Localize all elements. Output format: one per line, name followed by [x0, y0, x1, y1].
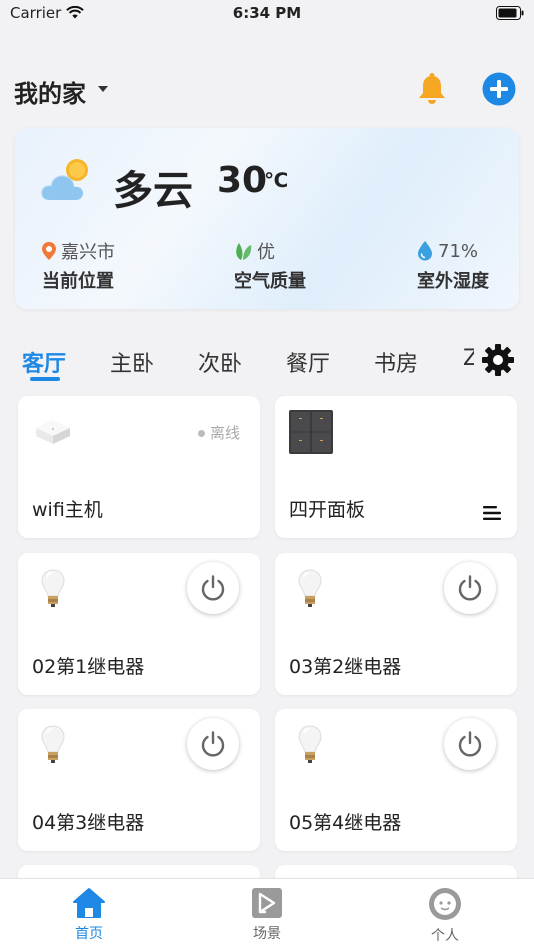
active-tab-indicator	[30, 377, 60, 381]
bulb-icon	[41, 569, 65, 607]
air-quality-stat: 优 空气质量	[234, 238, 306, 293]
profile-icon	[429, 888, 461, 920]
bulb-icon	[41, 725, 65, 763]
location-pin-icon	[42, 242, 56, 260]
weather-description: 多云	[113, 168, 193, 214]
power-button[interactable]	[444, 718, 496, 770]
power-icon	[458, 731, 482, 757]
power-button[interactable]	[187, 562, 239, 614]
bulb-icon	[298, 725, 322, 763]
nav-profile-label: 个人	[431, 928, 459, 944]
device-name: 04第3继电器	[32, 812, 145, 834]
tab-dining-room[interactable]: 餐厅	[286, 346, 330, 378]
humidity-label: 室外湿度	[417, 271, 489, 292]
device-card-relay-1[interactable]: 02第1继电器	[18, 553, 260, 695]
nav-scene-label: 场景	[253, 926, 281, 942]
location-label: 当前位置	[42, 271, 114, 292]
tab-master-bedroom[interactable]: 主卧	[110, 346, 154, 378]
menu-icon[interactable]	[483, 506, 501, 520]
home-selector[interactable]: 我的家	[14, 74, 86, 109]
device-name: wifi主机	[32, 499, 103, 521]
device-card-wifi-hub[interactable]: 离线 wifi主机	[18, 396, 260, 538]
panel-icon	[289, 410, 333, 454]
location-stat: 嘉兴市 当前位置	[42, 238, 115, 293]
tab-study[interactable]: 书房	[374, 346, 418, 378]
tab-second-bedroom[interactable]: 次卧	[198, 346, 242, 378]
add-icon[interactable]	[482, 72, 516, 106]
nav-profile[interactable]: 个人	[405, 887, 485, 945]
nav-home[interactable]: 首页	[49, 887, 129, 943]
device-name: 02第1继电器	[32, 656, 145, 678]
water-drop-icon	[418, 241, 432, 261]
scene-icon	[252, 888, 282, 918]
device-name: 四开面板	[289, 499, 366, 521]
air-quality-value: 优	[257, 242, 275, 263]
power-button[interactable]	[187, 718, 239, 770]
caret-down-icon[interactable]	[98, 86, 108, 92]
weather-temperature: 30	[217, 160, 268, 201]
tab-living-room[interactable]: 客厅	[22, 346, 66, 378]
device-name: 05第4继电器	[289, 812, 402, 834]
device-card-relay-4[interactable]: 05第4继电器	[275, 709, 517, 851]
bell-icon[interactable]	[416, 72, 448, 106]
nav-scene[interactable]: 场景	[227, 887, 307, 943]
device-status: 离线	[198, 422, 240, 443]
tab-overflow: Z	[460, 340, 474, 380]
weather-card: 多云 30 ℃ 嘉兴市 当前位置 优 空气质量 71% 室外湿度	[15, 128, 519, 309]
status-bar: Carrier 6:34 PM	[0, 0, 534, 26]
device-card-relay-3[interactable]: 04第3继电器	[18, 709, 260, 851]
tab-overflow-label[interactable]: Z	[463, 346, 474, 371]
home-icon	[73, 888, 105, 918]
humidity-value: 71%	[438, 240, 479, 262]
device-card-four-panel[interactable]: 四开面板	[275, 396, 517, 538]
nav-home-label: 首页	[75, 926, 103, 942]
leaf-icon	[236, 243, 252, 260]
bottom-nav: 首页 场景 个人	[0, 878, 534, 950]
gear-icon[interactable]	[481, 343, 515, 377]
power-button[interactable]	[444, 562, 496, 614]
air-quality-label: 空气质量	[234, 271, 306, 292]
status-time: 6:34 PM	[232, 4, 302, 22]
device-card-relay-2[interactable]: 03第2继电器	[275, 553, 517, 695]
partly-cloudy-icon	[41, 159, 88, 201]
power-icon	[458, 575, 482, 601]
room-tabs: 客厅 主卧 次卧 餐厅 书房	[0, 340, 534, 390]
battery-icon	[496, 6, 524, 20]
location-value: 嘉兴市	[61, 242, 115, 263]
power-icon	[201, 731, 225, 757]
hub-icon	[36, 420, 70, 444]
bulb-icon	[298, 569, 322, 607]
power-icon	[201, 575, 225, 601]
device-name: 03第2继电器	[289, 656, 402, 678]
temperature-unit: ℃	[264, 168, 289, 192]
humidity-stat: 71% 室外湿度	[417, 238, 489, 293]
